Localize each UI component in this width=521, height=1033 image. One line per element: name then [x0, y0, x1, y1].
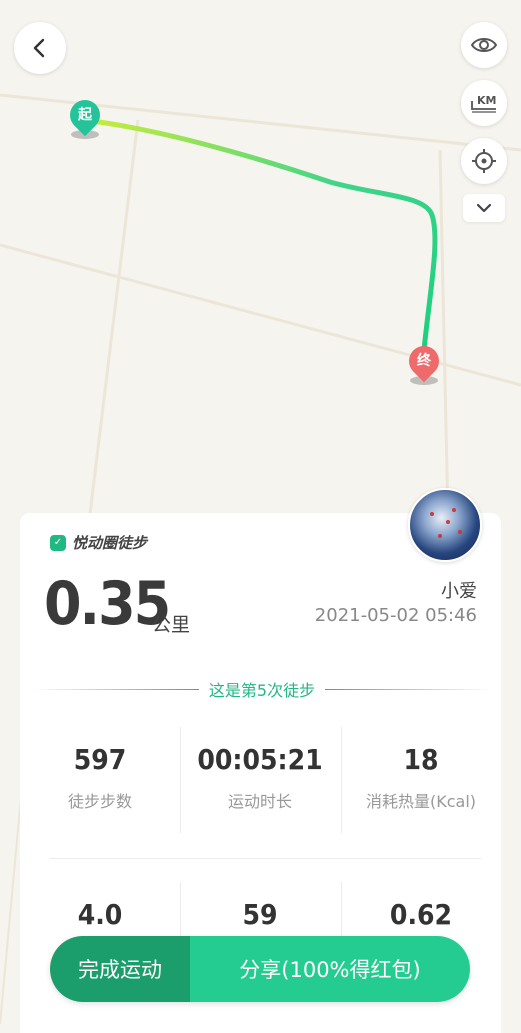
end-marker-label: 终: [417, 353, 431, 369]
stat-value: 4.0: [77, 898, 123, 931]
stat-label: 消耗热量(Kcal): [365, 792, 477, 811]
start-marker: 起: [63, 93, 107, 140]
brand-name: 悦动圈徒步: [72, 534, 148, 552]
stat-value: 0.62: [389, 898, 453, 931]
brand: ✓ 悦动圈徒步: [50, 532, 147, 553]
eye-icon: [470, 38, 498, 52]
locate-button[interactable]: [461, 138, 507, 184]
stat-value: 18: [403, 743, 439, 776]
stat-label: 运动时长: [227, 792, 292, 811]
stat-value: 597: [73, 743, 127, 776]
expand-controls-button[interactable]: [463, 194, 505, 222]
distance-markers-button[interactable]: KM: [461, 80, 507, 126]
session-count-text: 这是第5次徒步: [208, 681, 316, 700]
distance-value: 0.35: [44, 569, 171, 639]
end-marker: 终: [402, 339, 446, 386]
user-name: 小爱: [441, 581, 477, 602]
visibility-button[interactable]: [461, 22, 507, 68]
chevron-down-icon: [476, 203, 492, 213]
stat-value: 59: [242, 898, 278, 931]
stat-calories: 18 消耗热量(Kcal): [341, 727, 501, 833]
crosshair-icon: [472, 149, 496, 173]
share-button[interactable]: 分享(100%得红包): [190, 936, 470, 1002]
stat-label: 徒步步数: [67, 792, 132, 811]
brand-logo-icon: ✓: [50, 534, 66, 551]
finish-workout-button[interactable]: 完成运动: [50, 936, 190, 1002]
stat-steps: 597 徒步步数: [20, 727, 180, 833]
km-icon: KM: [471, 94, 496, 113]
km-label: KM: [477, 94, 496, 107]
chevron-left-icon: [33, 38, 45, 58]
start-marker-label: 起: [78, 107, 92, 123]
action-bar: 完成运动 分享(100%得红包): [50, 936, 470, 1002]
stats-row: 597 徒步步数 00:05:21 运动时长 18 消耗热量(Kcal): [20, 727, 501, 833]
avatar[interactable]: [408, 488, 482, 562]
stat-value: 00:05:21: [197, 743, 323, 776]
stats-separator: [50, 858, 481, 859]
distance-unit: 公里: [152, 614, 191, 636]
workout-datetime: 2021-05-02 05:46: [314, 605, 477, 626]
stat-duration: 00:05:21 运动时长: [180, 727, 340, 833]
session-divider: 这是第5次徒步: [32, 678, 492, 700]
back-button[interactable]: [14, 22, 66, 74]
